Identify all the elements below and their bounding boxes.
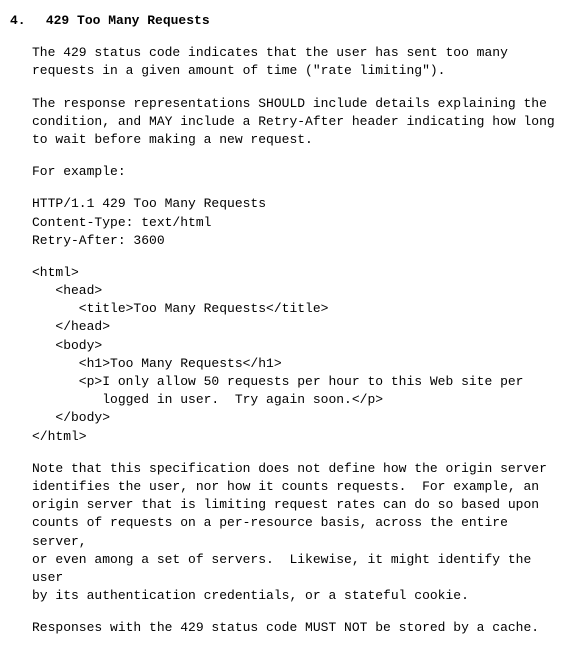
code-http-headers: HTTP/1.1 429 Too Many Requests Content-T… bbox=[32, 195, 567, 250]
paragraph-cache: Responses with the 429 status code MUST … bbox=[32, 619, 567, 637]
paragraph-should: The response representations SHOULD incl… bbox=[32, 95, 567, 150]
code-html-example: <html> <head> <title>Too Many Requests</… bbox=[32, 264, 567, 446]
section-title: 429 Too Many Requests bbox=[46, 13, 210, 28]
section-heading: 4. 429 Too Many Requests bbox=[10, 12, 567, 30]
paragraph-example-label: For example: bbox=[32, 163, 567, 181]
paragraph-intro: The 429 status code indicates that the u… bbox=[32, 44, 567, 80]
paragraph-note: Note that this specification does not de… bbox=[32, 460, 567, 606]
section-number: 4. bbox=[10, 12, 32, 30]
